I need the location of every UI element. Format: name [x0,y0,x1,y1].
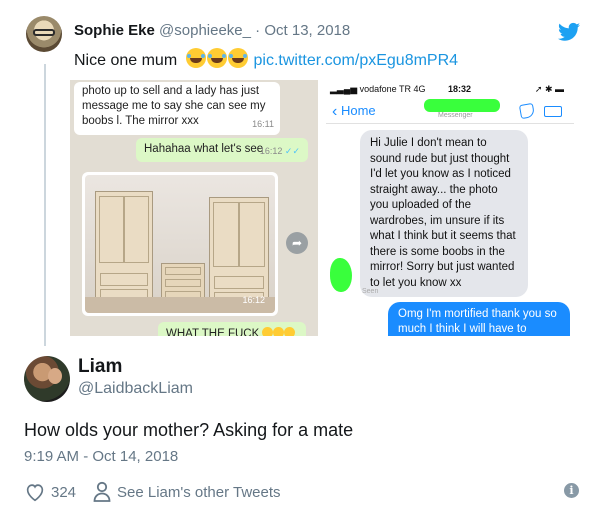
separator-dot: · [255,22,261,39]
wardrobe-photo: 16:12 [85,175,275,313]
info-icon[interactable]: i [564,483,579,498]
time-text: 16:12 [259,146,283,156]
whatsapp-screenshot[interactable]: photo up to sell and a lady has just mes… [70,80,318,336]
wardrobe-left [95,191,153,309]
tweet-text: Nice one mum pic.twitter.com/pxEgu8mPR4 [74,48,458,70]
twitter-bird-icon[interactable] [558,22,580,42]
incoming-message: Hi Julie I don't mean to sound rude but … [360,130,528,297]
laughing-emoji-icon [182,48,249,69]
messenger-screenshot[interactable]: ▂▃▄▅ vodafone TR 4G 18:32 ➚ ✱ ▬ ‹ Home M… [326,80,574,336]
redacted-avatar [330,258,352,292]
back-button[interactable]: ‹ Home [332,103,376,121]
back-label: Home [340,103,376,118]
person-icon[interactable] [92,481,112,503]
redacted-contact-name [424,99,500,112]
message-text: WHAT THE FUCK [166,328,260,336]
other-tweets-link[interactable]: See Liam's other Tweets [117,484,281,501]
chevron-left-icon: ‹ [332,103,338,120]
outgoing-message: Omg I'm mortified thank you so much I th… [388,302,570,336]
message-time: 16:12 ✓✓ [260,146,300,157]
battery-icon: ➚ ✱ ▬ [534,84,564,94]
seen-label: Seen [362,288,379,295]
video-icon[interactable] [544,106,562,117]
like-count[interactable]: 324 [51,484,76,501]
photo-time: 16:12 [242,295,265,305]
quoted-tweet[interactable]: Sophie Eke @sophieeke_ · Oct 13, 2018 Ni… [0,0,600,350]
author-name[interactable]: Sophie Eke [74,22,155,39]
outgoing-message: WHAT THE FUCK [158,322,306,336]
nav-subtitle: Messenger [438,112,473,119]
share-icon[interactable]: ➦ [286,232,308,254]
wardrobe-right [209,197,269,311]
message-text: photo up to sell and a lady has just mes… [82,85,266,127]
incoming-message: photo up to sell and a lady has just mes… [74,82,280,135]
tweet-date[interactable]: Oct 13, 2018 [264,22,350,39]
tweet-text: How olds your mother? Asking for a mate [24,420,354,440]
avatar[interactable] [26,16,62,52]
tweet-body: Nice one mum [74,52,178,69]
message-text: Hahahaa what let's see [144,143,264,155]
heart-icon[interactable] [24,481,46,503]
pic-link[interactable]: pic.twitter.com/pxEgu8mPR4 [254,52,459,69]
author-handle[interactable]: @LaidbackLiam [78,380,193,398]
laughing-emoji-icon [262,327,296,336]
author-name[interactable]: Liam [78,356,122,378]
read-ticks-icon: ✓✓ [284,146,300,156]
messenger-nav: ‹ Home Messenger [326,98,574,124]
message-time: 16:11 [252,119,274,129]
carrier-label: ▂▃▄▅ vodafone TR 4G [330,84,426,94]
avatar[interactable] [24,356,70,402]
tweet-timestamp[interactable]: 9:19 AM - Oct 14, 2018 [24,448,178,465]
outgoing-message: Hahahaa what let's see 16:12 ✓✓ [136,138,308,162]
carrier-text: vodafone TR 4G [359,84,426,94]
status-clock: 18:32 [448,84,472,94]
tweet-header: Sophie Eke @sophieeke_ · Oct 13, 2018 [74,22,350,39]
author-handle[interactable]: @sophieeke_ [159,22,251,39]
photo-message[interactable]: 16:12 [82,172,278,316]
phone-icon[interactable] [518,102,536,120]
